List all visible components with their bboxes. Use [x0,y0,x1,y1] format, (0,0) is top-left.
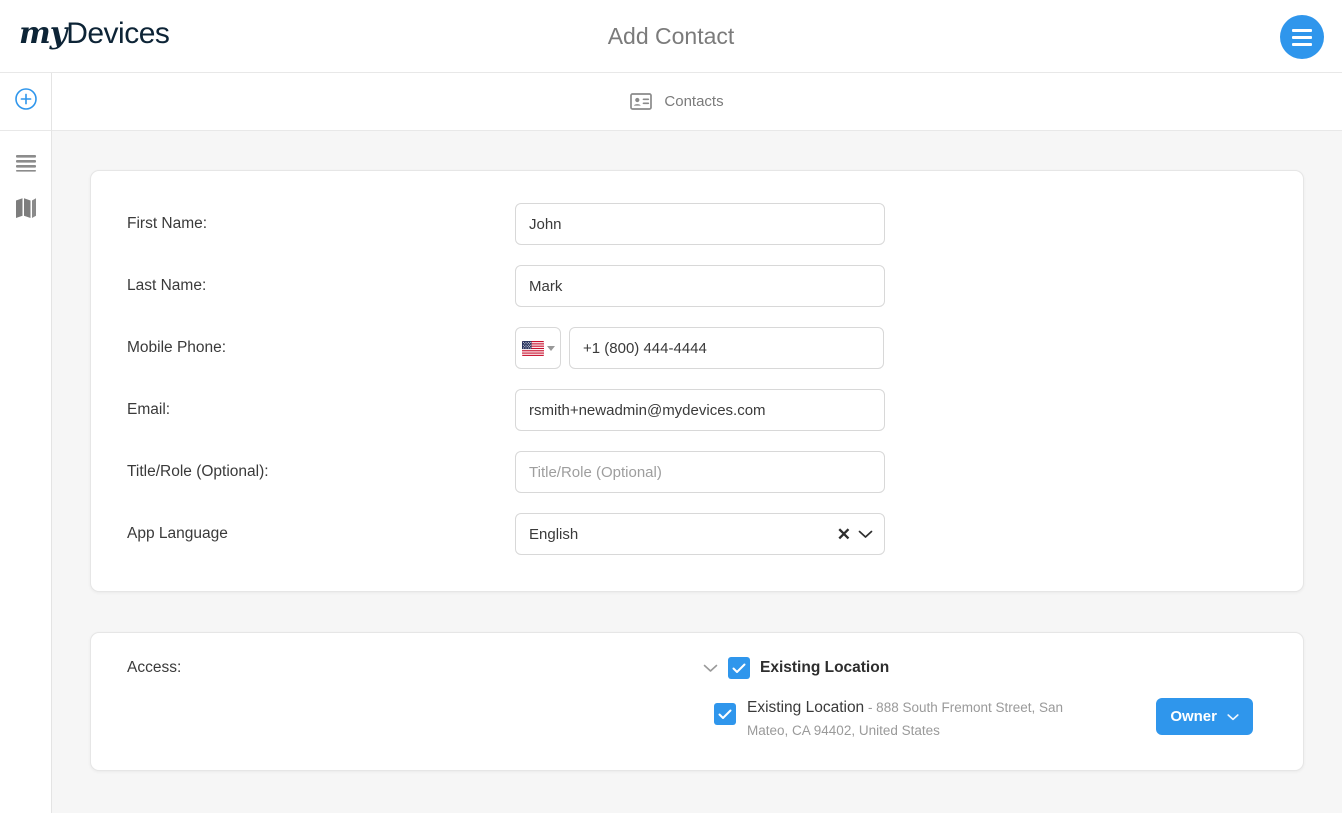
app-language-value: English [529,526,830,543]
email-label: Email: [127,401,515,419]
form-row-last-name: Last Name: [91,255,1303,317]
location-child-text: Existing Location - 888 South Fremont St… [747,694,1102,742]
form-row-app-language: App Language English ✕ [91,503,1303,565]
mobile-phone-input[interactable] [569,327,884,369]
mobile-phone-field-wrap [515,327,884,369]
access-label: Access: [127,657,515,742]
app-language-label: App Language [127,525,515,543]
last-name-field-wrap [515,265,885,307]
email-input[interactable] [515,389,885,431]
title-role-label: Title/Role (Optional): [127,463,515,481]
access-row: Access: Existing Loc [91,657,1303,742]
breadcrumb[interactable]: Contacts [630,93,723,110]
sidebar-item-map[interactable] [0,188,51,233]
plus-circle-icon [14,87,38,116]
sidebar-item-list[interactable] [0,143,51,188]
hamburger-menu-icon [1292,29,1312,32]
breadcrumb-bar: Contacts [52,73,1342,131]
location-group-label: Existing Location [760,659,889,677]
map-icon [14,197,38,224]
chevron-down-icon [547,346,555,351]
page-title: Add Contact [0,20,1342,52]
role-dropdown-button[interactable]: Owner [1156,698,1253,735]
form-row-first-name: First Name: [91,193,1303,255]
main-content: First Name: Last Name: Mobile Phone: [52,131,1342,813]
first-name-label: First Name: [127,215,515,233]
hamburger-menu-icon [1292,36,1312,39]
chevron-down-icon[interactable] [703,663,718,673]
first-name-input[interactable] [515,203,885,245]
form-row-email: Email: [91,379,1303,441]
location-child-name: Existing Location [747,699,864,716]
list-icon [15,154,37,177]
breadcrumb-label: Contacts [664,93,723,110]
title-role-field-wrap [515,451,885,493]
access-tree: Existing Location Existing Location - 88… [515,657,1267,742]
email-field-wrap [515,389,885,431]
mobile-phone-label: Mobile Phone: [127,339,515,357]
location-child-checkbox[interactable] [714,703,736,725]
left-sidebar [0,73,52,813]
last-name-label: Last Name: [127,277,515,295]
location-group-checkbox[interactable] [728,657,750,679]
app-language-select[interactable]: English ✕ [515,513,885,555]
chevron-down-icon[interactable] [858,529,873,539]
app-language-field-wrap: English ✕ [515,513,885,555]
country-code-select[interactable] [515,327,561,369]
contact-card-icon [630,93,652,110]
add-contact-page: myDevices Add Contact [0,0,1342,813]
sidebar-item-add[interactable] [0,73,51,131]
role-label: Owner [1170,708,1217,725]
access-card: Access: Existing Loc [90,632,1304,771]
hamburger-menu-button[interactable] [1280,15,1324,59]
location-child-row: Existing Location - 888 South Fremont St… [714,694,1253,742]
form-row-mobile-phone: Mobile Phone: [91,317,1303,379]
top-header-bar: myDevices Add Contact [0,0,1342,73]
hamburger-menu-icon [1292,43,1312,46]
chevron-down-icon [1227,713,1239,721]
title-role-input[interactable] [515,451,885,493]
clear-icon[interactable]: ✕ [830,526,858,543]
first-name-field-wrap [515,203,885,245]
location-group-header: Existing Location [703,657,1253,679]
last-name-input[interactable] [515,265,885,307]
us-flag-icon [522,341,544,356]
contact-form-card: First Name: Last Name: Mobile Phone: [90,170,1304,592]
form-row-title-role: Title/Role (Optional): [91,441,1303,503]
